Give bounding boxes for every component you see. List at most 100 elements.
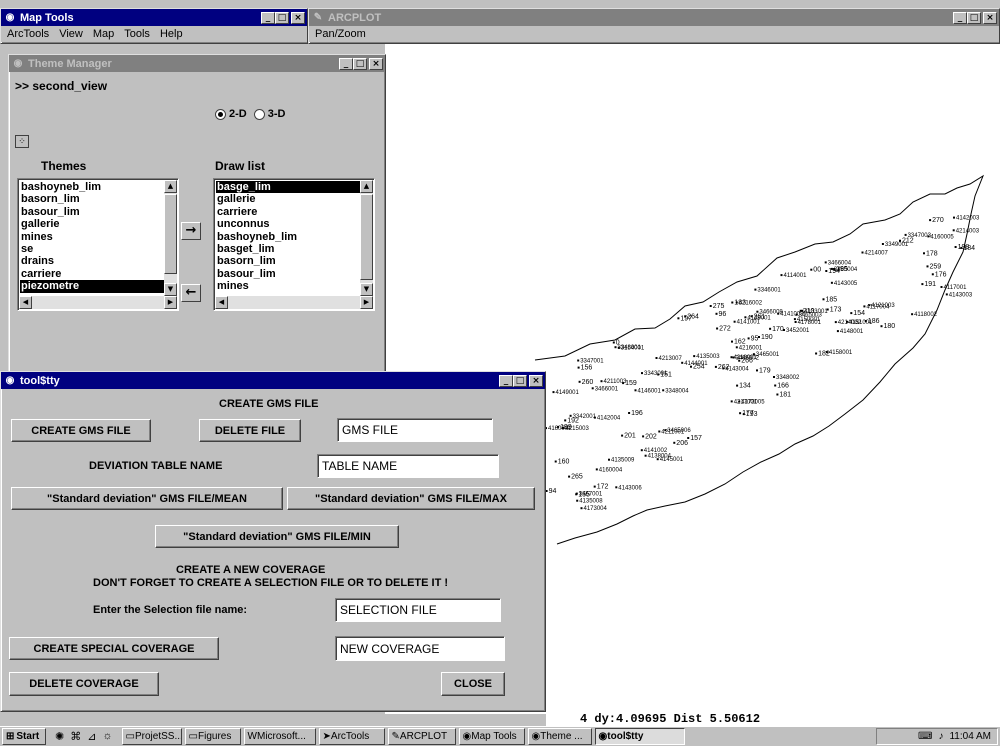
delete-coverage-button[interactable]: DELETE COVERAGE bbox=[9, 672, 159, 696]
radio-2d-label[interactable]: 2-D bbox=[229, 108, 247, 120]
tray-language-icon[interactable]: ⌨ bbox=[918, 731, 932, 742]
scroll-left-icon[interactable]: ◀ bbox=[215, 296, 228, 309]
minimize-icon[interactable]: _ bbox=[499, 374, 513, 387]
remove-from-draw-list-button[interactable]: ← bbox=[181, 284, 201, 302]
map-tools-titlebar[interactable]: ◉ Map Tools _ □ × bbox=[1, 9, 307, 26]
menu-pan-zoom[interactable]: Pan/Zoom bbox=[315, 28, 366, 40]
maximize-icon[interactable]: □ bbox=[275, 11, 289, 24]
list-item[interactable]: basorn_lim bbox=[216, 255, 360, 267]
create-gms-file-button[interactable]: CREATE GMS FILE bbox=[11, 419, 151, 442]
new-coverage-input[interactable]: NEW COVERAGE bbox=[335, 636, 505, 661]
list-item[interactable]: unconnus bbox=[216, 218, 360, 230]
draw-list-listbox[interactable]: basge_lim gallerie carriere unconnus bas… bbox=[213, 178, 375, 311]
task-theme[interactable]: ◉ Theme ... bbox=[527, 728, 592, 745]
map-label: 261 bbox=[754, 313, 766, 320]
minimize-icon[interactable]: _ bbox=[261, 11, 275, 24]
close-icon[interactable]: × bbox=[369, 57, 383, 70]
task-figures[interactable]: ▭ Figures bbox=[184, 728, 241, 745]
task-arctools[interactable]: ➤ ArcTools bbox=[318, 728, 385, 745]
radio-3d-icon[interactable] bbox=[253, 108, 265, 120]
delete-file-button[interactable]: DELETE FILE bbox=[199, 419, 301, 442]
maximize-icon[interactable]: □ bbox=[353, 57, 367, 70]
scroll-thumb[interactable] bbox=[164, 194, 177, 274]
selection-file-input[interactable]: SELECTION FILE bbox=[335, 598, 501, 622]
themes-listbox[interactable]: bashoyneb_lim basorn_lim basour_lim gall… bbox=[17, 178, 179, 311]
scroll-left-icon[interactable]: ◀ bbox=[19, 296, 32, 309]
quick-launch-globe-icon[interactable]: ✺ bbox=[55, 730, 64, 743]
add-to-draw-list-button[interactable]: → bbox=[181, 222, 201, 240]
start-button[interactable]: ⊞ Start bbox=[2, 728, 46, 745]
window-controls: _ □ × bbox=[499, 374, 543, 387]
scroll-right-icon[interactable]: ▶ bbox=[360, 296, 373, 309]
task-tool-tty[interactable]: ◉ tool$tty bbox=[594, 728, 685, 745]
scroll-thumb[interactable] bbox=[360, 194, 373, 280]
task-arcplot[interactable]: ✎ ARCPLOT bbox=[387, 728, 456, 745]
quick-launch-chart-icon[interactable]: ⊿ bbox=[87, 730, 96, 743]
maximize-icon[interactable]: □ bbox=[513, 374, 527, 387]
create-special-coverage-button[interactable]: CREATE SPECIAL COVERAGE bbox=[9, 637, 219, 660]
map-label: 272 bbox=[719, 326, 731, 333]
gms-file-input[interactable]: GMS FILE bbox=[337, 418, 493, 442]
minimize-icon[interactable]: _ bbox=[339, 57, 353, 70]
radio-2d-icon[interactable] bbox=[215, 108, 226, 120]
window-controls: _ □ × bbox=[953, 11, 997, 24]
list-item-selected[interactable]: piezometre bbox=[20, 280, 164, 293]
list-item[interactable]: carriere bbox=[216, 206, 360, 218]
table-name-input[interactable]: TABLE NAME bbox=[317, 454, 499, 478]
list-item[interactable]: drains bbox=[20, 255, 164, 267]
quick-launch-network-icon[interactable]: ⌘ bbox=[70, 730, 81, 743]
menu-arctools[interactable]: ArcTools bbox=[7, 28, 49, 40]
themes-header: Themes bbox=[41, 159, 87, 173]
radio-3d-label[interactable]: 3-D bbox=[268, 108, 286, 120]
app-globe-icon: ◉ bbox=[5, 375, 15, 386]
list-item[interactable]: gallerie bbox=[216, 193, 360, 205]
std-dev-mean-button[interactable]: "Standard deviation" GMS FILE/MEAN bbox=[11, 487, 283, 510]
task-microsoft[interactable]: W Microsoft... bbox=[243, 728, 316, 745]
draw-list-vscrollbar[interactable]: ▲ ▼ bbox=[360, 180, 373, 296]
scroll-up-icon[interactable]: ▲ bbox=[360, 180, 373, 193]
list-item[interactable]: basget_lim bbox=[216, 243, 360, 255]
map-point bbox=[568, 475, 571, 478]
menu-tools[interactable]: Tools bbox=[124, 28, 150, 40]
minimize-icon[interactable]: _ bbox=[953, 11, 967, 24]
std-dev-max-button[interactable]: "Standard deviation" GMS FILE/MAX bbox=[287, 487, 535, 510]
menu-map[interactable]: Map bbox=[93, 28, 114, 40]
std-dev-min-button[interactable]: "Standard deviation" GMS FILE/MIN bbox=[155, 525, 399, 548]
list-item[interactable]: basorn_lim bbox=[20, 193, 164, 205]
list-item[interactable]: bashoyneb_lim bbox=[216, 231, 360, 243]
quick-launch-explorer-icon[interactable]: ☼ bbox=[102, 730, 112, 743]
scroll-up-icon[interactable]: ▲ bbox=[164, 180, 177, 193]
list-item[interactable]: carriere bbox=[20, 268, 164, 280]
list-item[interactable]: mines bbox=[20, 231, 164, 243]
tray-volume-icon[interactable]: ♪ bbox=[938, 731, 943, 742]
list-item[interactable]: basour_lim bbox=[20, 206, 164, 218]
task-projetss[interactable]: ▭ ProjetSS... bbox=[121, 728, 182, 745]
maximize-icon[interactable]: □ bbox=[967, 11, 981, 24]
map-label: 3348004 bbox=[665, 388, 689, 394]
scroll-right-icon[interactable]: ▶ bbox=[164, 296, 177, 309]
map-label: 4178001 bbox=[798, 320, 822, 326]
map-point bbox=[776, 393, 779, 396]
list-item[interactable]: mines bbox=[216, 280, 360, 292]
arcplot-titlebar[interactable]: ✎ ARCPLOT _ □ × bbox=[309, 9, 999, 26]
close-button[interactable]: CLOSE bbox=[441, 672, 505, 696]
list-item[interactable]: gallerie bbox=[20, 218, 164, 230]
theme-manager-titlebar[interactable]: ◉ Theme Manager _ □ × bbox=[9, 55, 385, 72]
themes-vscrollbar[interactable]: ▲ ▼ bbox=[164, 180, 177, 296]
tool-tty-titlebar[interactable]: ◉ tool$tty _ □ × bbox=[1, 372, 545, 389]
close-icon[interactable]: × bbox=[983, 11, 997, 24]
draw-list-hscrollbar[interactable]: ◀ ▶ bbox=[215, 296, 373, 309]
list-item[interactable]: basour_lim bbox=[216, 268, 360, 280]
themes-hscrollbar[interactable]: ◀ ▶ bbox=[19, 296, 177, 309]
menu-view[interactable]: View bbox=[59, 28, 83, 40]
view-properties-icon[interactable]: ⁘ bbox=[15, 135, 29, 148]
list-item-selected[interactable]: basge_lim bbox=[216, 181, 360, 194]
close-icon[interactable]: × bbox=[291, 11, 305, 24]
scroll-down-icon[interactable]: ▼ bbox=[164, 283, 177, 296]
close-icon[interactable]: × bbox=[529, 374, 543, 387]
scroll-down-icon[interactable]: ▼ bbox=[360, 283, 373, 296]
menu-help[interactable]: Help bbox=[160, 28, 183, 40]
list-item[interactable]: se bbox=[20, 243, 164, 255]
list-item[interactable]: bashoyneb_lim bbox=[20, 181, 164, 193]
task-map-tools[interactable]: ◉ Map Tools bbox=[458, 728, 525, 745]
